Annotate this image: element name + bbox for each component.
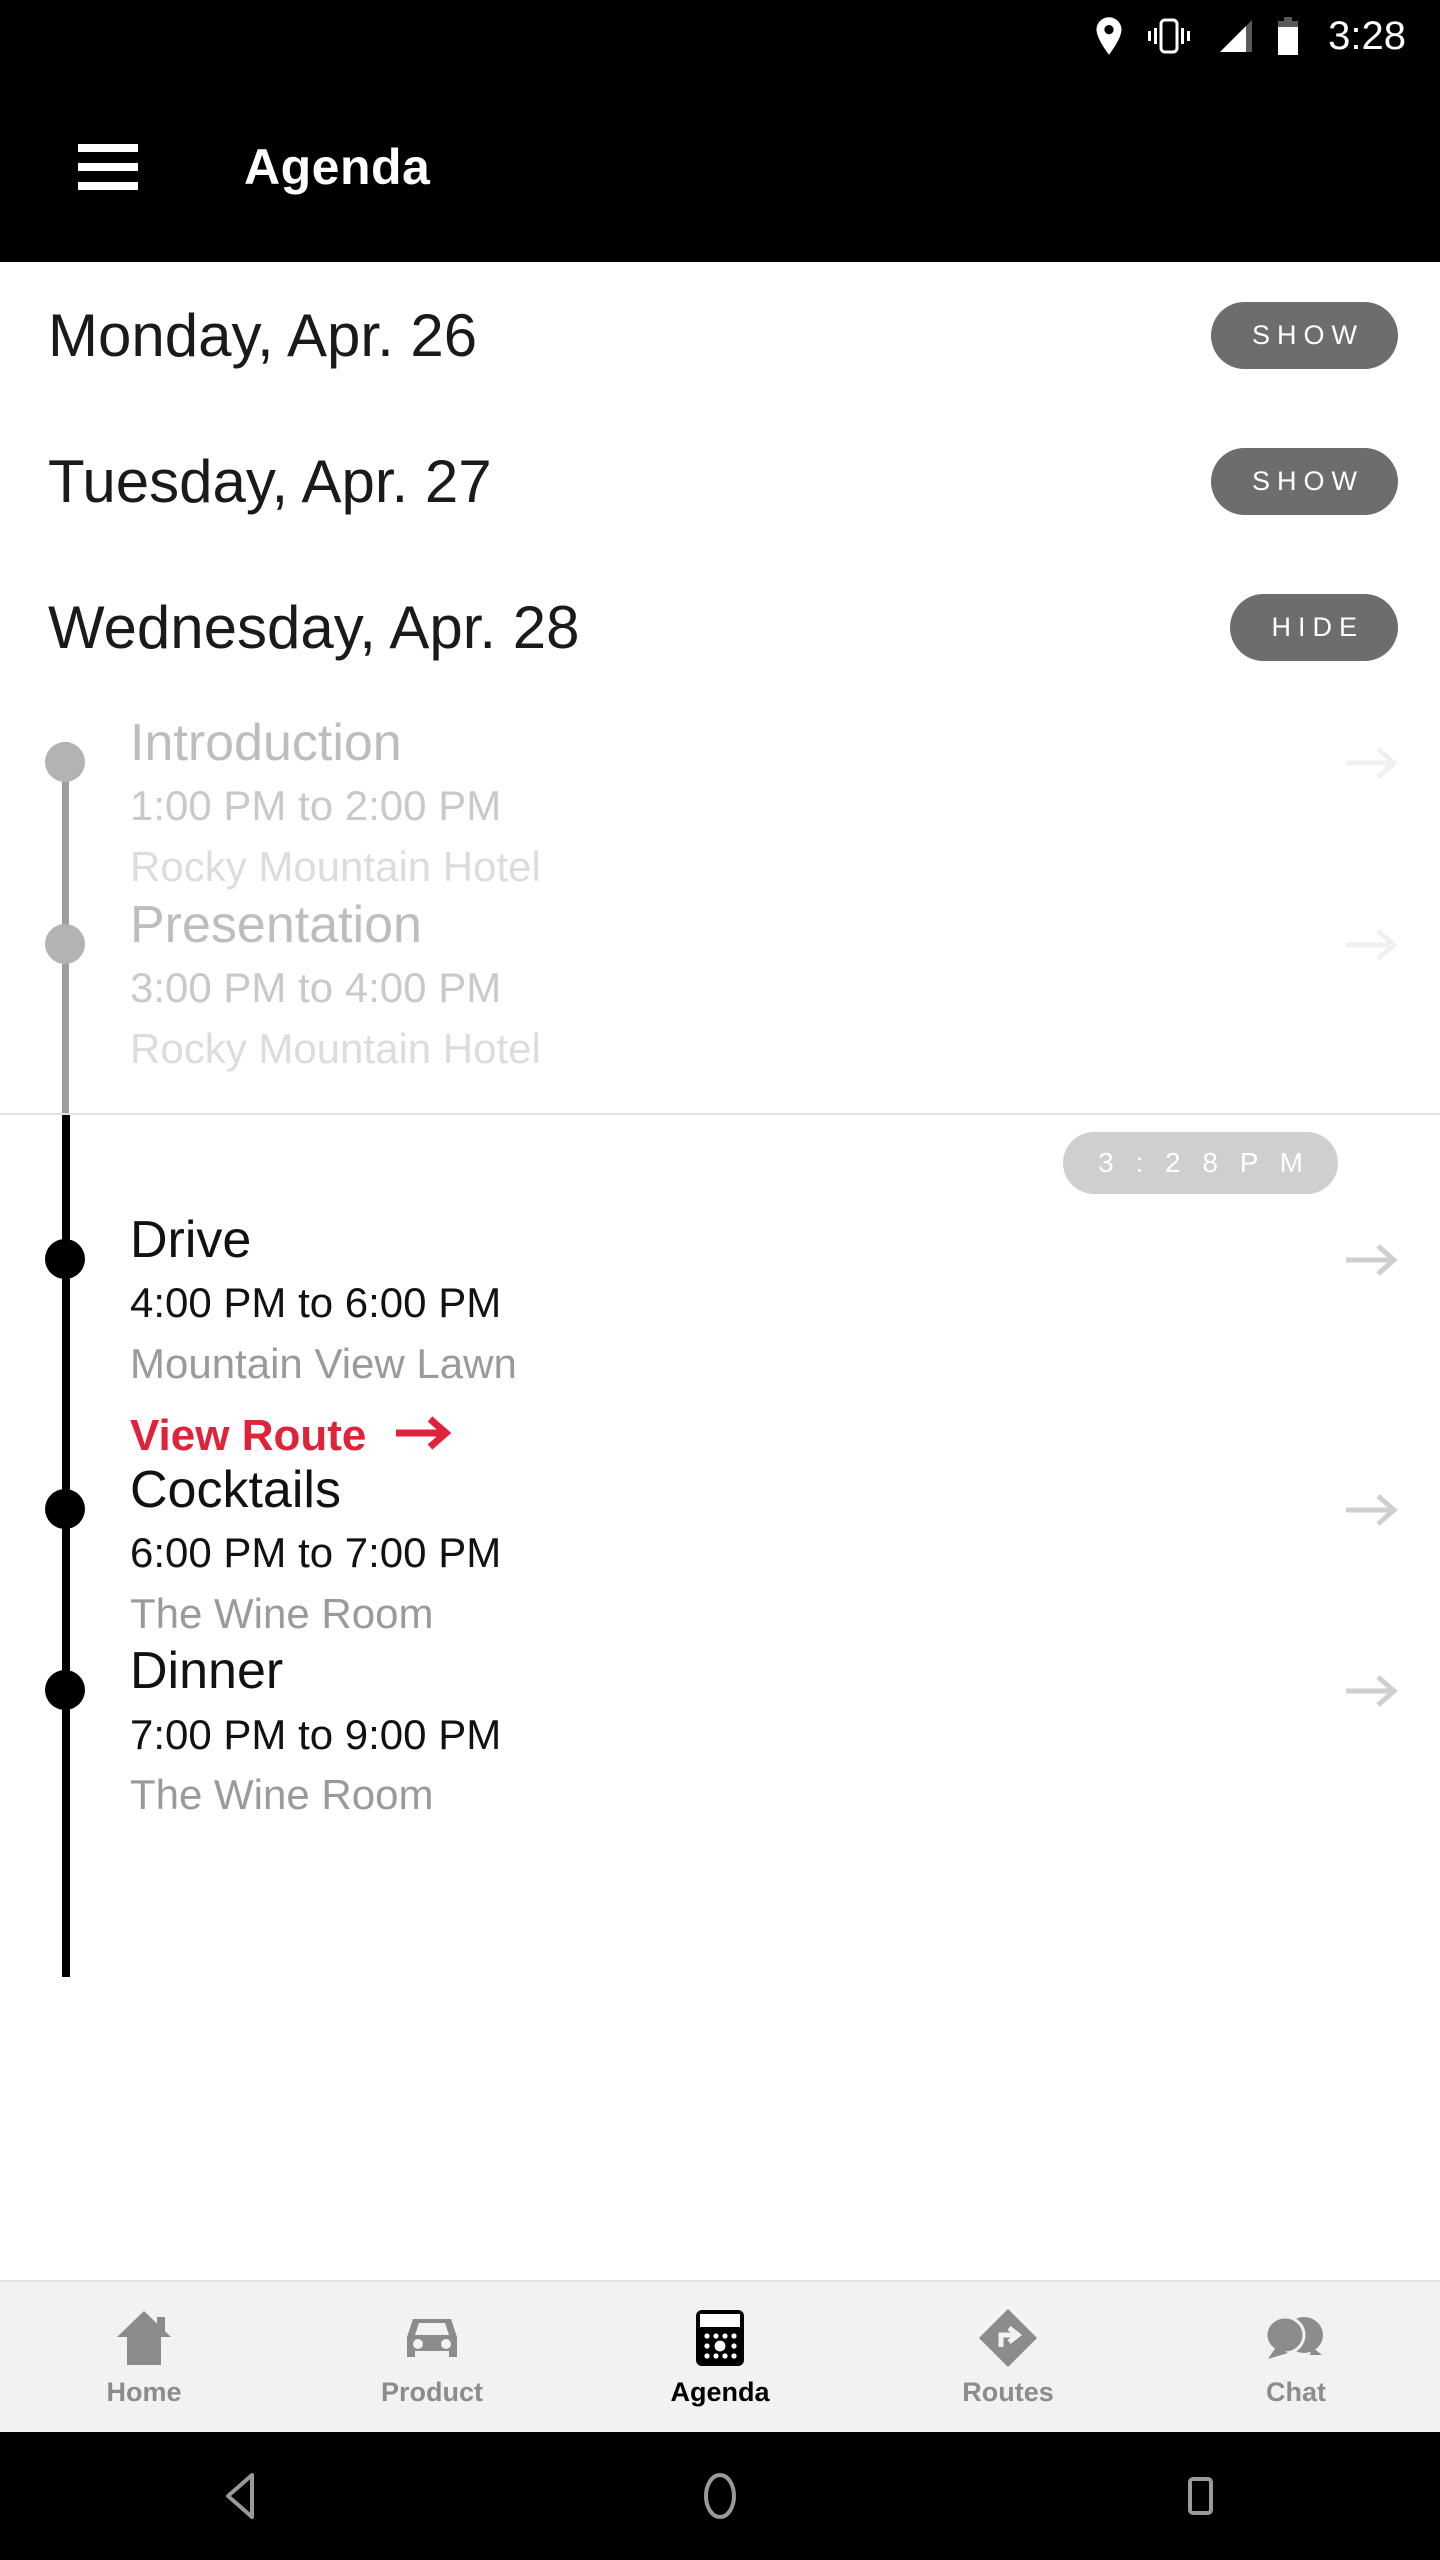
tab-routes[interactable]: Routes [864, 2282, 1152, 2432]
date-row-tuesday[interactable]: Tuesday, Apr. 27 SHOW [0, 408, 1440, 554]
timeline-dot [45, 1488, 85, 1529]
agenda-item-place: The Wine Room [130, 1589, 434, 1637]
date-label: Wednesday, Apr. 28 [48, 593, 580, 661]
agenda-item-time: 4:00 PM to 6:00 PM [130, 1279, 502, 1327]
battery-icon [1276, 17, 1300, 55]
timeline-past: Introduction 1:00 PM to 2:00 PM Rocky Mo… [0, 700, 1440, 1114]
date-row-wednesday[interactable]: Wednesday, Apr. 28 HIDE [0, 554, 1440, 700]
tab-product[interactable]: Product [288, 2282, 576, 2432]
view-route-label: View Route [130, 1410, 367, 1460]
arrow-right-icon [394, 1413, 454, 1458]
vibrate-icon [1146, 18, 1192, 54]
hamburger-menu-icon[interactable] [78, 144, 138, 190]
timeline-dot [45, 1670, 85, 1711]
timeline-upcoming: 3 : 2 8 P M Drive 4:00 PM to 6:00 PM Mou… [0, 1115, 1440, 1978]
calendar-icon [693, 2307, 747, 2369]
car-icon [399, 2307, 465, 2369]
page-title: Agenda [244, 139, 431, 195]
tab-agenda[interactable]: Agenda [576, 2282, 864, 2432]
current-time-badge-row: 3 : 2 8 P M [0, 1115, 1440, 1211]
tab-chat[interactable]: Chat [1152, 2282, 1440, 2432]
signal-icon [1214, 18, 1254, 54]
agenda-item-place: The Wine Room [130, 1771, 434, 1819]
agenda-item-introduction[interactable]: Introduction 1:00 PM to 2:00 PM Rocky Mo… [0, 714, 1440, 896]
route-icon [977, 2307, 1039, 2369]
home-circle-icon[interactable] [660, 2432, 780, 2560]
date-label: Tuesday, Apr. 27 [48, 447, 492, 515]
chevron-right-icon[interactable] [1344, 1491, 1400, 1534]
chat-icon [1262, 2307, 1330, 2369]
agenda-content[interactable]: Monday, Apr. 26 SHOW Tuesday, Apr. 27 SH… [0, 262, 1440, 2282]
tab-label: Home [106, 2376, 182, 2407]
agenda-item-place: Rocky Mountain Hotel [130, 842, 541, 890]
view-route-link[interactable]: View Route [130, 1411, 1332, 1461]
phone-screen: 3:28 Agenda Monday, Apr. 26 SHOW Tuesday… [0, 0, 1440, 2560]
timeline-dot [45, 923, 85, 964]
current-time-badge: 3 : 2 8 P M [1063, 1132, 1338, 1195]
agenda-item-presentation[interactable]: Presentation 3:00 PM to 4:00 PM Rocky Mo… [0, 896, 1440, 1078]
tab-label: Product [380, 2376, 483, 2407]
home-icon [113, 2307, 175, 2369]
back-triangle-icon[interactable] [180, 2432, 300, 2560]
timeline-dot [45, 742, 85, 782]
tab-home[interactable]: Home [0, 2282, 288, 2432]
app-bar: Agenda [0, 72, 1440, 262]
status-bar-clock: 3:28 [1328, 13, 1406, 58]
date-toggle-button[interactable]: SHOW [1211, 447, 1398, 515]
chevron-right-icon[interactable] [1344, 744, 1400, 787]
agenda-item-title: Drive [130, 1211, 252, 1270]
date-label: Monday, Apr. 26 [48, 301, 478, 369]
chevron-right-icon[interactable] [1344, 926, 1400, 969]
agenda-item-time: 6:00 PM to 7:00 PM [130, 1529, 502, 1577]
date-toggle-button[interactable]: HIDE [1230, 593, 1398, 661]
agenda-item-time: 1:00 PM to 2:00 PM [130, 782, 502, 830]
tab-label: Agenda [670, 2376, 770, 2407]
agenda-item-drive[interactable]: Drive 4:00 PM to 6:00 PM Mountain View L… [0, 1211, 1440, 1461]
date-toggle-button[interactable]: SHOW [1211, 301, 1398, 369]
android-system-nav [0, 2432, 1440, 2560]
agenda-item-title: Cocktails [130, 1460, 341, 1519]
agenda-item-place: Rocky Mountain Hotel [130, 1024, 541, 1072]
agenda-item-place: Mountain View Lawn [130, 1340, 517, 1388]
agenda-item-dinner[interactable]: Dinner 7:00 PM to 9:00 PM The Wine Room [0, 1642, 1440, 1824]
tab-label: Routes [962, 2376, 1054, 2407]
recents-square-icon[interactable] [1140, 2432, 1260, 2560]
agenda-item-title: Introduction [130, 714, 402, 772]
agenda-item-title: Presentation [130, 895, 422, 954]
agenda-item-title: Dinner [130, 1642, 284, 1701]
location-pin-icon [1094, 17, 1124, 55]
chevron-right-icon[interactable] [1344, 1672, 1400, 1715]
agenda-item-time: 3:00 PM to 4:00 PM [130, 963, 502, 1011]
date-row-monday[interactable]: Monday, Apr. 26 SHOW [0, 262, 1440, 408]
bottom-tab-bar: Home Product Agenda Routes Chat [0, 2280, 1440, 2432]
agenda-item-cocktails[interactable]: Cocktails 6:00 PM to 7:00 PM The Wine Ro… [0, 1461, 1440, 1643]
timeline-dot [45, 1239, 85, 1280]
status-bar: 3:28 [0, 0, 1440, 72]
agenda-item-time: 7:00 PM to 9:00 PM [130, 1710, 502, 1758]
tab-label: Chat [1266, 2376, 1326, 2407]
chevron-right-icon[interactable] [1344, 1241, 1400, 1284]
